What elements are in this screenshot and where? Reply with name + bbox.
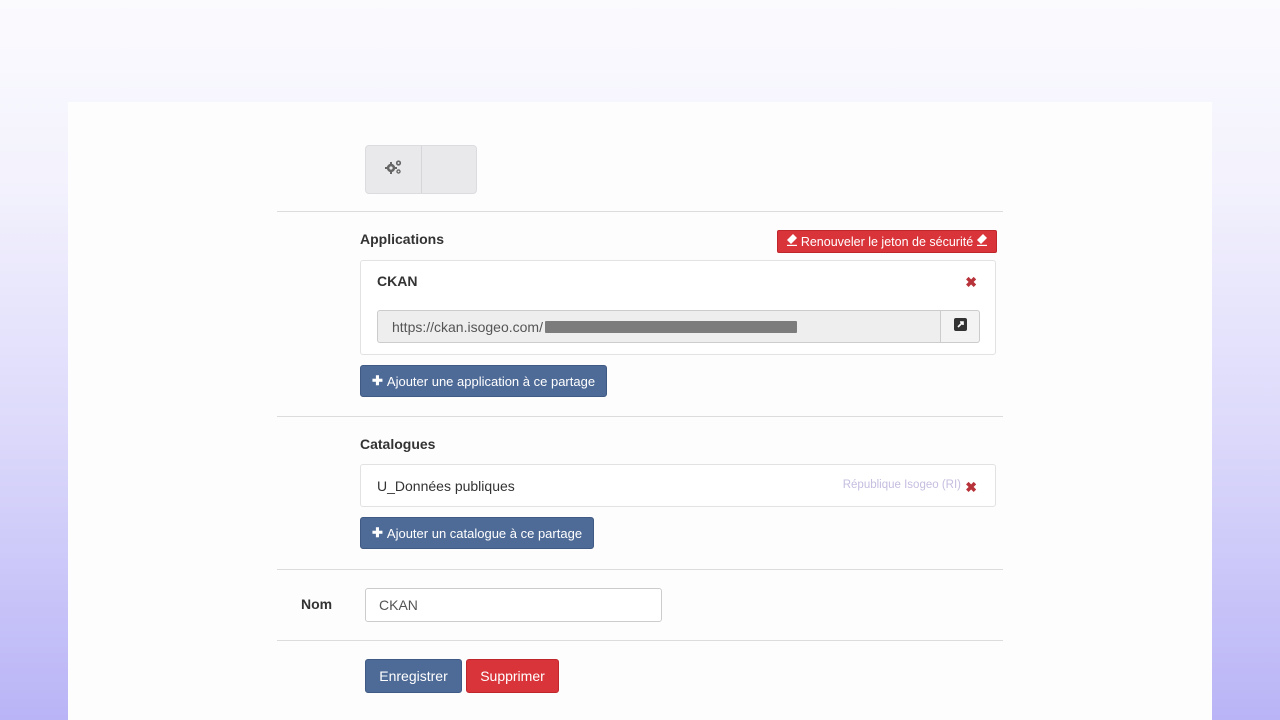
divider [277,569,1003,570]
external-link-icon [953,317,967,336]
remove-application-icon[interactable]: ✖ [965,275,977,289]
add-application-button[interactable]: ✚ Ajouter une application à ce partage [360,365,608,397]
catalog-owner: République Isogeo (RI) [842,479,961,491]
applications-heading: Applications [360,231,445,247]
name-input-value: CKAN [379,597,418,613]
application-card: CKAN ✖ https://ckan.isogeo.com/ [360,260,996,355]
save-button[interactable]: Enregistrer [365,659,462,693]
application-name: CKAN [377,273,418,289]
name-label: Nom [301,596,333,612]
add-catalog-button[interactable]: ✚ Ajouter un catalogue à ce partage [360,517,595,549]
renew-token-label: Renouveler le jeton de sécurité [800,234,974,249]
add-application-label: Ajouter une application à ce partage [386,373,596,389]
eraser-icon [977,234,988,249]
divider [277,211,1003,212]
toolbar-blank-button[interactable] [421,146,476,193]
name-input[interactable]: CKAN [365,588,662,622]
remove-catalog-icon[interactable]: ✖ [965,480,977,494]
settings-button[interactable] [366,146,421,193]
share-toolbar [365,145,477,194]
delete-button[interactable]: Supprimer [466,659,559,693]
application-url-field[interactable]: https://ckan.isogeo.com/ [377,310,940,343]
open-url-button[interactable] [940,310,980,343]
divider [277,640,1003,641]
renew-token-button[interactable]: Renouveler le jeton de sécurité [777,230,997,253]
redacted-block [544,320,797,333]
eraser-icon [786,234,797,249]
catalogs-heading: Catalogues [360,436,436,452]
catalog-card: U_Données publiques République Isogeo (R… [360,464,996,507]
application-url-text: https://ckan.isogeo.com/ [392,318,543,335]
add-catalog-label: Ajouter un catalogue à ce partage [386,525,583,541]
plus-icon: ✚ [372,373,383,388]
catalog-name: U_Données publiques [377,478,515,494]
share-panel: Applications Renouveler le jeton de sécu… [68,102,1212,720]
application-url-group: https://ckan.isogeo.com/ [377,310,980,343]
plus-icon: ✚ [372,525,383,540]
gears-icon [384,158,404,181]
divider [277,416,1003,417]
